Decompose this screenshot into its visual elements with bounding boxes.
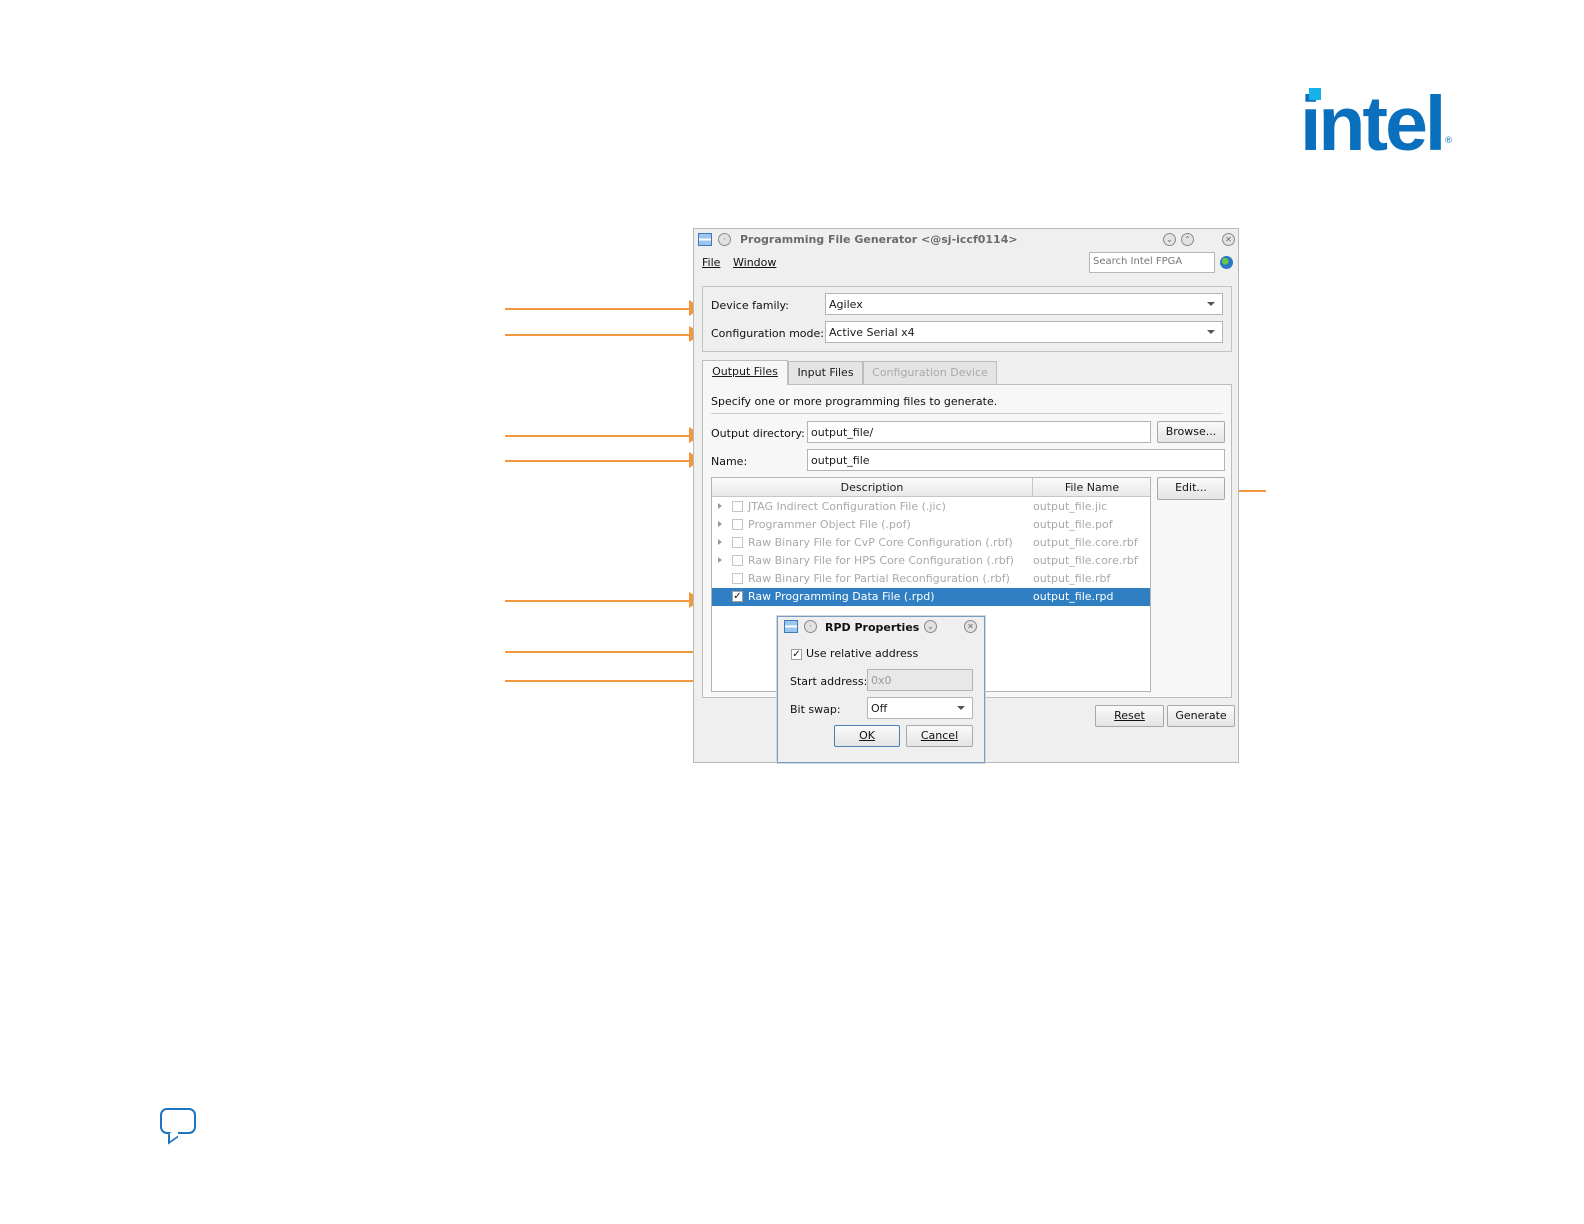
generate-button[interactable]: Generate — [1167, 705, 1235, 727]
edit-button[interactable]: Edit... — [1157, 477, 1225, 500]
row-checkbox[interactable] — [732, 573, 743, 584]
row-description: Programmer Object File (.pof) — [748, 518, 911, 531]
row-file-name: output_file.core.rbf — [1033, 554, 1138, 567]
maximize-icon[interactable]: ⌃ — [1181, 233, 1194, 246]
table-row[interactable]: Raw Binary File for CvP Core Configurati… — [712, 534, 1150, 552]
row-description: JTAG Indirect Configuration File (.jic) — [748, 500, 946, 513]
use-relative-address-label: Use relative address — [806, 647, 919, 660]
logo-dot — [1309, 88, 1321, 100]
intel-logo: intel ® — [1300, 86, 1453, 163]
callout-rpd-row — [505, 600, 695, 602]
cancel-button[interactable]: Cancel — [906, 725, 973, 747]
row-checkbox[interactable] — [732, 501, 743, 512]
name-input[interactable]: output_file — [807, 449, 1225, 471]
row-file-name: output_file.rpd — [1033, 590, 1114, 603]
table-header: Description File Name — [712, 478, 1150, 497]
window-menu-icon[interactable]: · — [804, 620, 817, 633]
use-relative-address-checkbox[interactable]: ✓ — [791, 649, 802, 660]
row-checkbox[interactable] — [732, 555, 743, 566]
app-icon — [698, 233, 712, 246]
ok-button[interactable]: OK — [834, 725, 900, 747]
callout-output-dir — [505, 435, 695, 437]
menu-file[interactable]: File — [702, 256, 720, 269]
divider — [711, 413, 1223, 414]
expand-arrow-icon[interactable] — [718, 503, 722, 509]
reset-button[interactable]: Reset — [1095, 705, 1164, 727]
menu-window[interactable]: Window — [733, 256, 776, 269]
window-menu-icon[interactable]: · — [718, 233, 731, 246]
device-family-value: Agilex — [829, 298, 863, 311]
speech-bubble-tail — [168, 1127, 178, 1145]
search-input[interactable]: Search Intel FPGA — [1089, 252, 1215, 273]
expand-arrow-icon[interactable] — [718, 557, 722, 563]
globe-icon[interactable] — [1220, 256, 1233, 269]
table-row[interactable]: ✓ Raw Programming Data File (.rpd) output_… — [712, 588, 1150, 606]
row-description: Raw Programming Data File (.rpd) — [748, 590, 935, 603]
configuration-mode-value: Active Serial x4 — [829, 326, 915, 339]
callout-device-family — [505, 308, 695, 310]
name-label: Name: — [711, 455, 748, 468]
device-family-label: Device family: — [711, 299, 789, 312]
tab-output-files[interactable]: Output Files — [702, 360, 788, 385]
row-file-name: output_file.rbf — [1033, 572, 1111, 585]
row-description: Raw Binary File for HPS Core Configurati… — [748, 554, 1014, 567]
expand-arrow-icon[interactable] — [718, 521, 722, 527]
minimize-icon[interactable]: ⌄ — [1163, 233, 1176, 246]
device-settings-group: Device family: Agilex Configuration mode… — [702, 286, 1232, 352]
row-file-name: output_file.core.rbf — [1033, 536, 1138, 549]
rpd-properties-dialog: · RPD Properties ⌄ ✕ ✓ Use relative addr… — [777, 616, 985, 763]
column-description[interactable]: Description — [712, 481, 1032, 494]
tab-input-files[interactable]: Input Files — [788, 361, 863, 385]
configuration-mode-select[interactable]: Active Serial x4 — [825, 321, 1223, 343]
table-row[interactable]: JTAG Indirect Configuration File (.jic) o… — [712, 498, 1150, 516]
column-file-name[interactable]: File Name — [1033, 481, 1150, 494]
row-file-name: output_file.jic — [1033, 500, 1108, 513]
table-row[interactable]: Raw Binary File for Partial Reconfigurat… — [712, 570, 1150, 588]
minimize-icon[interactable]: ⌄ — [924, 620, 937, 633]
logo-wordmark: intel — [1300, 81, 1446, 167]
device-family-select[interactable]: Agilex — [825, 293, 1223, 315]
browse-button[interactable]: Browse... — [1157, 421, 1225, 443]
callout-config-mode — [505, 334, 695, 336]
chevron-down-icon — [1207, 302, 1215, 306]
start-address-label: Start address: — [790, 675, 868, 688]
row-checkbox[interactable] — [732, 519, 743, 530]
bit-swap-label: Bit swap: — [790, 703, 841, 716]
chevron-down-icon — [1207, 330, 1215, 334]
close-icon[interactable]: ✕ — [1222, 233, 1235, 246]
dialog-title: RPD Properties — [825, 621, 920, 634]
bit-swap-value: Off — [871, 702, 888, 715]
expand-arrow-icon[interactable] — [718, 539, 722, 545]
configuration-mode-label: Configuration mode: — [711, 327, 824, 340]
row-checkbox[interactable] — [732, 537, 743, 548]
chevron-down-icon — [957, 706, 965, 710]
output-directory-label: Output directory: — [711, 427, 805, 440]
feedback-icon[interactable] — [160, 1108, 196, 1145]
close-icon[interactable]: ✕ — [964, 620, 977, 633]
row-description: Raw Binary File for Partial Reconfigurat… — [748, 572, 1010, 585]
instruction-text: Specify one or more programming files to… — [711, 395, 998, 408]
window-title: Programming File Generator <@sj-iccf0114… — [740, 233, 1018, 246]
app-icon — [784, 620, 798, 633]
row-checkbox[interactable]: ✓ — [732, 591, 743, 602]
row-file-name: output_file.pof — [1033, 518, 1113, 531]
title-bar[interactable]: · Programming File Generator <@sj-iccf01… — [694, 229, 1238, 251]
bit-swap-select[interactable]: Off — [867, 697, 973, 719]
logo-registered-mark: ® — [1444, 136, 1453, 146]
callout-name — [505, 460, 695, 462]
table-row[interactable]: Programmer Object File (.pof) output_file… — [712, 516, 1150, 534]
row-description: Raw Binary File for CvP Core Configurati… — [748, 536, 1013, 549]
start-address-input: 0x0 — [867, 669, 973, 691]
table-row[interactable]: Raw Binary File for HPS Core Configurati… — [712, 552, 1150, 570]
output-directory-input[interactable]: output_file/ — [807, 421, 1151, 443]
tab-configuration-device: Configuration Device — [863, 361, 997, 385]
